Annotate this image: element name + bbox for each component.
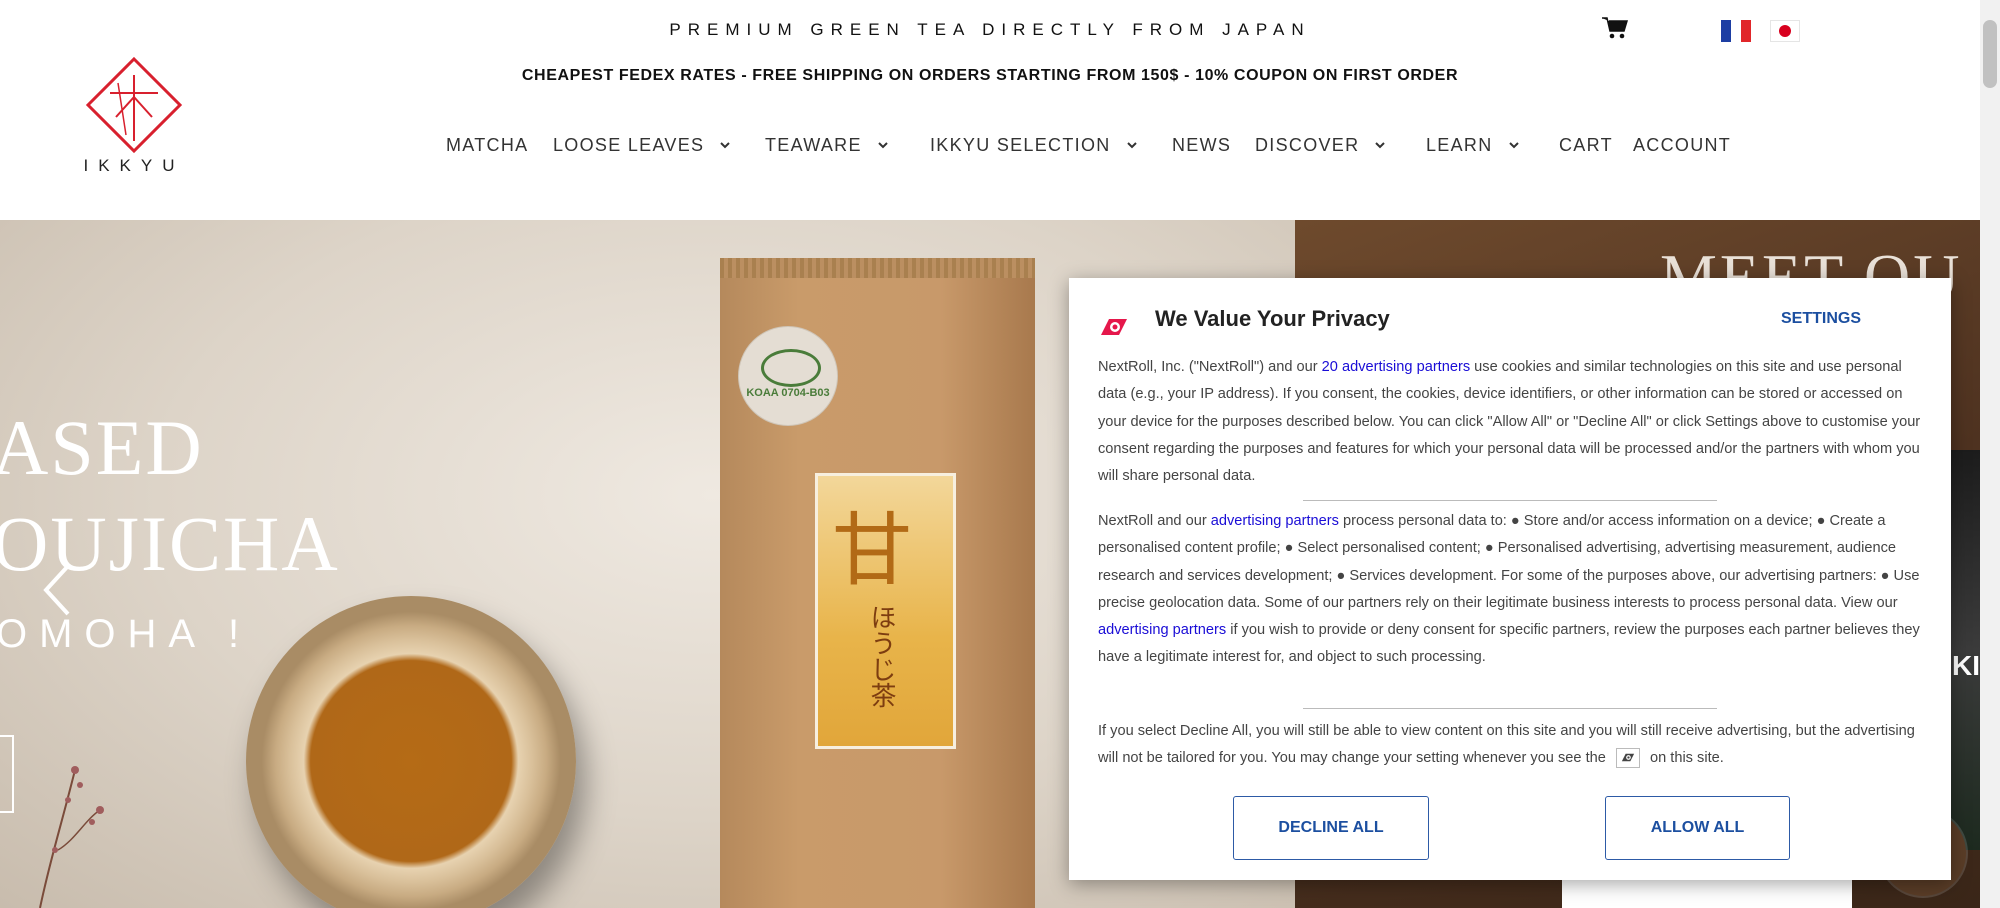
consent-text: NextRoll, Inc. ("NextRoll") and our	[1098, 359, 1322, 375]
flag-japan-icon[interactable]	[1770, 20, 1800, 42]
chevron-down-icon	[1126, 142, 1137, 149]
header-tagline: PREMIUM GREEN TEA DIRECTLY FROM JAPAN	[669, 20, 1311, 39]
consent-text: on this site.	[1649, 750, 1724, 767]
nav-item-teaware[interactable]: TEAWARE	[765, 132, 890, 158]
bag-label-kanji: 甘	[832, 504, 912, 597]
scrollbar-thumb[interactable]	[1983, 20, 1997, 88]
advertising-partners-link[interactable]: 20 advertising partners	[1322, 359, 1470, 375]
nav-item-learn[interactable]: LEARN	[1426, 132, 1521, 158]
privacy-consent-dialog: We Value Your Privacy SETTINGS NextRoll,…	[1069, 278, 1951, 880]
decline-all-button[interactable]: DECLINE ALL	[1233, 796, 1429, 860]
tea-bowl-image	[246, 596, 576, 908]
hero-cta-button[interactable]	[0, 735, 14, 813]
nav-item-cart[interactable]: CART	[1559, 132, 1613, 158]
advertising-partners-link[interactable]: advertising partners	[1211, 513, 1339, 529]
chevron-down-icon	[878, 142, 888, 149]
nav-item-label: ACCOUNT	[1633, 135, 1732, 155]
divider	[1303, 708, 1717, 709]
allow-all-button[interactable]: ALLOW ALL	[1605, 796, 1790, 860]
chevron-down-icon	[1375, 142, 1386, 149]
chevron-down-icon	[1508, 142, 1519, 149]
consent-text: NextRoll and our	[1098, 513, 1211, 529]
consent-text: If you select Decline All, you will stil…	[1098, 723, 1915, 767]
hero-title-line-1: ASED	[0, 404, 204, 491]
bag-label: 甘 ほうじ茶	[815, 473, 956, 749]
nav-item-label: TEAWARE	[765, 135, 862, 155]
nav-item-account[interactable]: ACCOUNT	[1633, 132, 1731, 158]
consent-paragraph-2: NextRoll and our advertising partners pr…	[1098, 508, 1926, 672]
divider	[1303, 500, 1717, 501]
nav-item-loose-leaves[interactable]: LOOSE LEAVES	[553, 132, 732, 158]
page-scrollbar[interactable]	[1980, 0, 2000, 908]
consent-paragraph-3: If you select Decline All, you will stil…	[1098, 718, 1926, 773]
nav-item-label: LOOSE LEAVES	[553, 135, 705, 155]
advertising-partners-link[interactable]: advertising partners	[1098, 622, 1226, 638]
nav-item-label: IKKYU SELECTION	[930, 135, 1111, 155]
nav-item-ikkyu-selection[interactable]: IKKYU SELECTION	[930, 132, 1139, 158]
nav-item-label: LEARN	[1426, 135, 1493, 155]
nextroll-settings-icon[interactable]	[1615, 748, 1640, 769]
jas-organic-badge: KOAA 0704-B03	[738, 326, 838, 426]
cart-icon[interactable]	[1602, 16, 1629, 40]
chevron-down-icon	[720, 142, 731, 149]
dried-flower-decoration	[39, 766, 104, 908]
flag-france-icon[interactable]	[1721, 20, 1751, 42]
bag-seal	[720, 258, 1035, 278]
nextroll-logo-icon	[1101, 319, 1127, 335]
nav-item-discover[interactable]: DISCOVER	[1255, 132, 1387, 158]
next-slide-kit-text: KIT	[1952, 650, 1980, 681]
nav-item-label: MATCHA	[446, 135, 529, 155]
nav-item-news[interactable]: NEWS	[1172, 132, 1231, 158]
slider-prev-arrow-icon[interactable]	[38, 560, 78, 620]
consent-paragraph-1: NextRoll, Inc. ("NextRoll") and our 20 a…	[1098, 354, 1926, 490]
bag-label-kana: ほうじ茶	[867, 604, 897, 708]
logo-wordmark: IKKYU	[83, 156, 185, 175]
nav-item-label: CART	[1559, 135, 1613, 155]
jas-label: KOAA 0704-B03	[746, 387, 830, 399]
shipping-promo-banner[interactable]: CHEAPEST FEDEX RATES - FREE SHIPPING ON …	[0, 67, 1980, 85]
site-header: PREMIUM GREEN TEA DIRECTLY FROM JAPAN CH…	[0, 0, 1980, 220]
tea-bag-image: KOAA 0704-B03 甘 ほうじ茶	[720, 258, 1035, 908]
jas-leaf-icon	[761, 349, 821, 387]
settings-link[interactable]: SETTINGS	[1781, 310, 1861, 328]
nav-item-label: NEWS	[1172, 135, 1232, 155]
consent-title: We Value Your Privacy	[1155, 306, 1390, 331]
nav-item-matcha[interactable]: MATCHA	[446, 132, 528, 158]
consent-text: use cookies and similar technologies on …	[1098, 359, 1921, 485]
nav-item-label: DISCOVER	[1255, 135, 1360, 155]
